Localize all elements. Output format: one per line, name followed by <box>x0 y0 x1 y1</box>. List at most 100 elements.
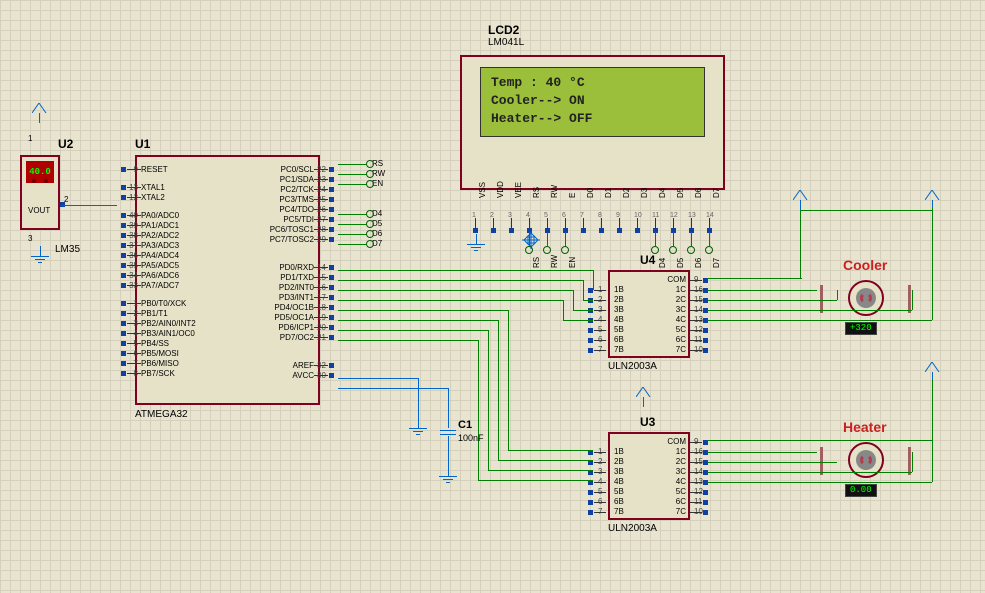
cooler-label: Cooler <box>843 258 887 272</box>
lcd-net-RS: RS <box>533 257 541 268</box>
u2-pin2-num: 2 <box>64 196 68 204</box>
power-symbol-u3area <box>636 387 651 407</box>
wire-aref <box>338 378 418 379</box>
u2-reading: 40.0 <box>29 167 51 177</box>
net-stub-D4 <box>338 214 366 215</box>
u3pins-left-2B: 2B <box>614 458 624 466</box>
wire-u3-3c <box>707 472 912 473</box>
u4pins-right-1C: 1C <box>660 286 686 294</box>
heater-reading: 0.00 <box>845 484 877 497</box>
lcd-screen: Temp : 40 °C Cooler--> ON Heater--> OFF <box>480 67 705 137</box>
lcd-pin-D6: D6 <box>695 188 703 198</box>
wire-lm35-to-pa0 <box>62 205 117 206</box>
u3pins-right-3C: 3C <box>660 468 686 476</box>
u4pins-right-7C: 7C <box>660 346 686 354</box>
u2-vout-label: VOUT <box>28 207 50 215</box>
power-symbol-u2 <box>32 103 47 123</box>
net-stub-EN <box>338 184 366 185</box>
u3pins-right-1C: 1C <box>660 448 686 456</box>
u4pins-right-2C: 2C <box>660 296 686 304</box>
cooler-reading: +320 <box>845 322 877 335</box>
u1-ref: U1 <box>135 138 150 150</box>
u4pins-left-3B: 3B <box>614 306 624 314</box>
u3pins-left-4B: 4B <box>614 478 624 486</box>
lcd-pin-VSS: VSS <box>479 182 487 198</box>
u4pins-right-5C: 5C <box>660 326 686 334</box>
lcd-ref: LCD2 <box>488 24 519 36</box>
heater-label: Heater <box>843 420 887 434</box>
lcd-net-RW: RW <box>551 255 559 268</box>
u3pins-right-7C: 7C <box>660 508 686 516</box>
lcd-pin-D0: D0 <box>587 188 595 198</box>
lcd-pin-E: E <box>569 193 577 198</box>
u4pins-left-1B: 1B <box>614 286 624 294</box>
wire-avcc <box>338 388 418 389</box>
u2-component: 40.0 VOUT <box>20 155 60 230</box>
wire-pd2 <box>338 290 573 291</box>
u4pins-right-6C: 6C <box>660 336 686 344</box>
u3pins-right-4C: 4C <box>660 478 686 486</box>
lcd-pin-VEE: VEE <box>515 182 523 198</box>
u3pins-right-5C: 5C <box>660 488 686 496</box>
wire-u4-2c <box>707 300 837 301</box>
u3pins-right-COM: COM <box>660 438 686 446</box>
wire-u3-4c <box>707 482 932 483</box>
wire-pd4 <box>338 310 508 311</box>
u3pins-right-6C: 6C <box>660 498 686 506</box>
lcd-pin-RW: RW <box>551 185 559 198</box>
u3pins-left-1B: 1B <box>614 448 624 456</box>
lcd-pin-D3: D3 <box>641 188 649 198</box>
u3pins-left-5B: 5B <box>614 488 624 496</box>
wire-pd6 <box>338 330 488 331</box>
lcd-net-EN: EN <box>569 257 577 268</box>
wire-pd0 <box>338 270 593 271</box>
u4pins-right-3C: 3C <box>660 306 686 314</box>
wire-pd7 <box>338 340 478 341</box>
wire-pd3 <box>338 300 563 301</box>
wire-u3-2c <box>707 462 837 463</box>
lcd-line-1: Temp : 40 °C <box>491 74 694 92</box>
u4-part: ULN2003A <box>608 362 657 372</box>
u3pins-left-6B: 6B <box>614 498 624 506</box>
lcd-line-3: Heater--> OFF <box>491 110 694 128</box>
u4pins-left-6B: 6B <box>614 336 624 344</box>
lcd-net-D6: D6 <box>695 258 703 268</box>
u3-ref: U3 <box>640 416 655 428</box>
u2-pin3-num: 3 <box>28 235 32 243</box>
net-stub-D5 <box>338 224 366 225</box>
u2-ref: U2 <box>58 138 73 150</box>
power-heater-top <box>925 360 940 382</box>
lcd-net-D5: D5 <box>677 258 685 268</box>
net-stub-RS <box>338 164 366 165</box>
u3-part: ULN2003A <box>608 524 657 534</box>
lcd-line-2: Cooler--> ON <box>491 92 694 110</box>
u4pins-left-2B: 2B <box>614 296 624 304</box>
lcd-pin-D5: D5 <box>677 188 685 198</box>
lcd-pin-D1: D1 <box>605 188 613 198</box>
u3pins-left-3B: 3B <box>614 468 624 476</box>
power-cooler-top2 <box>925 188 940 210</box>
u4pins-left-5B: 5B <box>614 326 624 334</box>
net-stub-D6 <box>338 234 366 235</box>
net-stub-D7 <box>338 244 366 245</box>
lcd-pin-VDD: VDD <box>497 181 505 198</box>
u4pins-left-7B: 7B <box>614 346 624 354</box>
lcd-pin-RS: RS <box>533 187 541 198</box>
u4pins-right-COM: COM <box>660 276 686 284</box>
wire-u4-1c <box>707 290 817 291</box>
lcd-component: Temp : 40 °C Cooler--> ON Heater--> OFF <box>460 55 725 190</box>
u1-component: 9RESET13XTAL112XTAL240PA0/ADC039PA1/ADC1… <box>135 155 320 405</box>
power-cooler-top <box>793 188 808 210</box>
lcd-pin-D2: D2 <box>623 188 631 198</box>
wire-u4-4c <box>707 320 932 321</box>
lcd-pin-D7: D7 <box>713 188 721 198</box>
c1-ref: C1 <box>458 420 472 431</box>
c1-val: 100nF <box>458 434 484 443</box>
u4pins-left-4B: 4B <box>614 316 624 324</box>
wire-pd1 <box>338 280 583 281</box>
u1-part: ATMEGA32 <box>135 410 188 420</box>
wire-u4-3c <box>707 310 912 311</box>
u2-part: LM35 <box>55 245 80 255</box>
wire-u3-1c <box>707 452 817 453</box>
lcd-pin-D4: D4 <box>659 188 667 198</box>
